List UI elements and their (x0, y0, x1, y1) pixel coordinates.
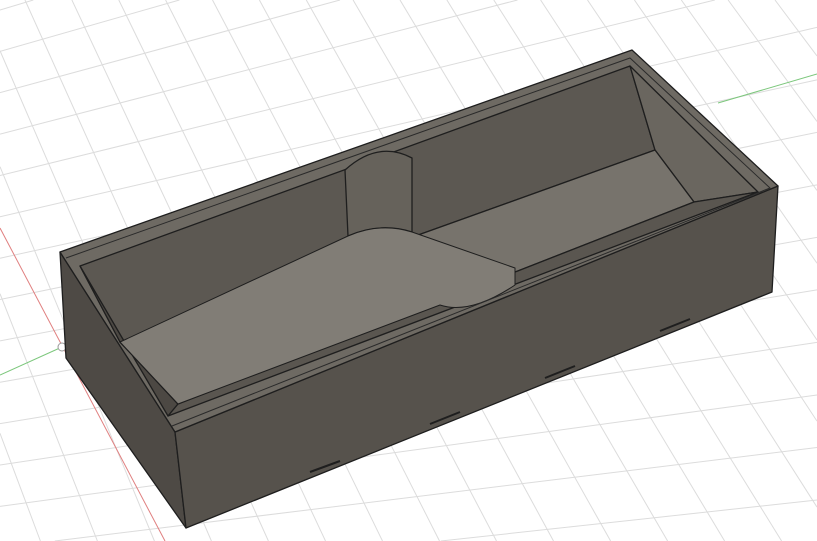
y-axis-line-far (717, 73, 817, 104)
y-axis-line (0, 346, 63, 376)
grid-line (774, 0, 817, 57)
back-wall-notch (344, 150, 413, 237)
grid-line (440, 499, 817, 541)
grid-line (727, 0, 817, 122)
cad-viewport[interactable] (0, 0, 817, 541)
grid-line (0, 433, 41, 541)
grid-line (0, 0, 180, 52)
grid-line (0, 0, 341, 94)
box-body[interactable] (59, 49, 779, 529)
